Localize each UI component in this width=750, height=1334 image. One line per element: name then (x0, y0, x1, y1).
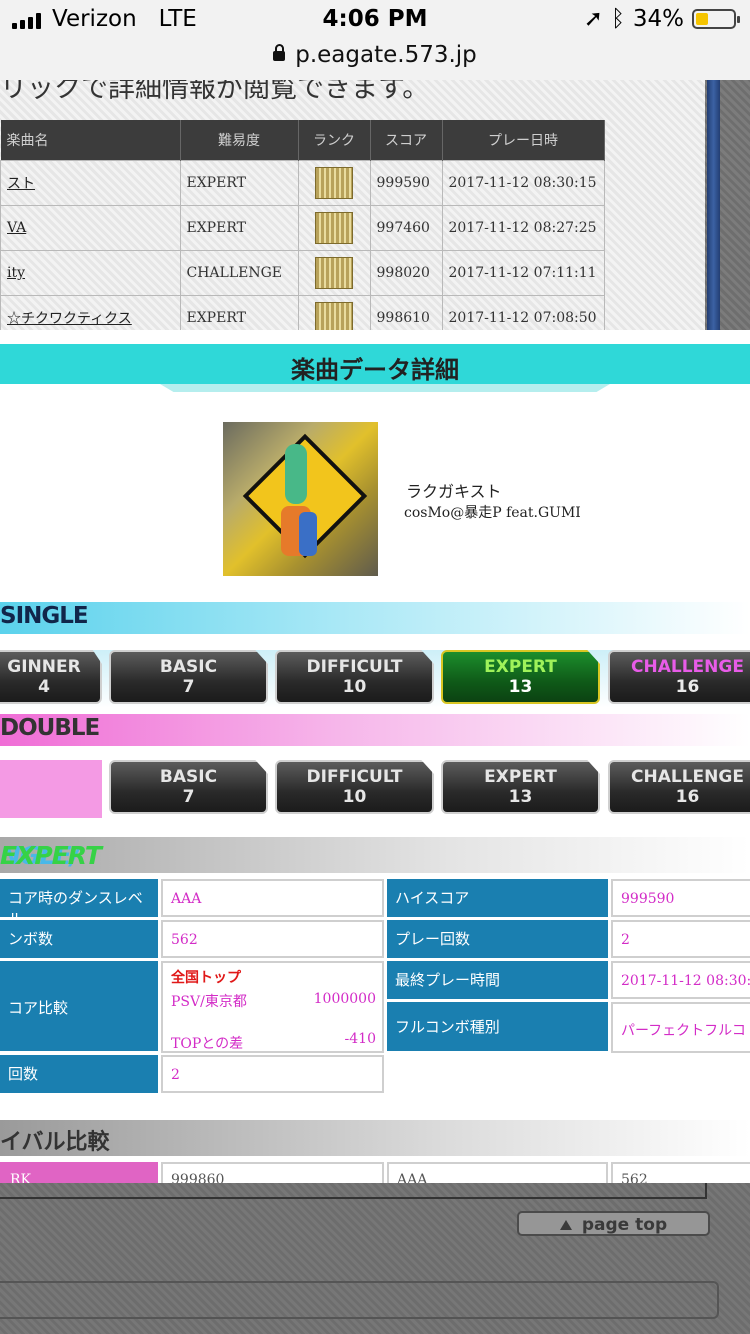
difficulty-cell: EXPERT (179, 295, 299, 330)
dance-level-value: AAA (161, 879, 384, 917)
single-label: SINGLE (0, 603, 89, 629)
location-arrow-icon: ➚ (583, 6, 604, 32)
song-title: ラクガキスト (406, 482, 502, 501)
last-play-value: 2017-11-12 08:30:24 (611, 961, 750, 999)
song-artist: cosMo@暴走P feat.GUMI (404, 505, 581, 521)
double-label: DOUBLE (0, 715, 100, 741)
header-underline (160, 384, 610, 392)
score-compare-value: 全国トップ PSV/東京都 1000000 TOPとの差 -410 (161, 961, 384, 1053)
score-cell: 997460 (369, 205, 443, 251)
song-link[interactable]: VA (7, 220, 26, 236)
status-right: ➚ ᛒ 34% (583, 6, 740, 32)
battery-percent: 34% (632, 6, 684, 32)
rank-cell (297, 295, 371, 330)
full-combo-label: フルコンボ種別 (387, 1002, 608, 1051)
song-link[interactable]: スト (7, 176, 35, 192)
table-row: ☆チクワクティクス EXPERT 998610 2017-11-12 07:08… (0, 295, 605, 330)
rank-aaa-icon (315, 302, 353, 330)
page-title: 楽曲データ詳細 (291, 356, 459, 384)
table-row: VA EXPERT 997460 2017-11-12 08:27:25 (0, 205, 605, 251)
combo-value: 562 (161, 920, 384, 958)
song-link[interactable]: ☆チクワクティクス (7, 311, 132, 327)
played-cell: 2017-11-12 07:11:11 (441, 250, 605, 296)
clear-count-value: 2 (161, 1055, 384, 1093)
rank-cell (297, 205, 371, 251)
double-difficulty-row: BASIC 7 DIFFICULT 10 EXPERT 13 CHALLENGE 16 (0, 760, 750, 818)
difficulty-cell: CHALLENGE (179, 250, 299, 296)
rank-aaa-icon (315, 167, 353, 199)
score-compare-label: コア比較 (0, 961, 158, 1051)
lock-icon (273, 44, 286, 61)
address-bar[interactable]: p.eagate.573.jp (0, 42, 750, 68)
rival-level-cell: AAA (387, 1162, 608, 1183)
url-text: p.eagate.573.jp (295, 42, 477, 68)
national-top-label: 全国トップ (171, 970, 241, 986)
footer-edge (0, 1183, 707, 1199)
double-challenge-button[interactable]: CHALLENGE 16 (608, 760, 750, 814)
dance-level-label: コア時のダンスレベル (0, 879, 158, 928)
single-difficult-button[interactable]: DIFFICULT 10 (275, 650, 434, 704)
page-edge-stripe (707, 80, 720, 330)
played-cell: 2017-11-12 08:30:15 (441, 160, 605, 206)
full-combo-value: パーフェクトフルコ (611, 1002, 750, 1053)
status-bar: Verizon LTE 4:06 PM ➚ ᛒ 34% p.eagate.573… (0, 0, 750, 81)
stats-heading: NGLE/EXPERT (0, 837, 750, 873)
col-score: スコア (370, 120, 443, 161)
single-header: SINGLE (0, 602, 750, 634)
rival-rank-cell: RK (0, 1162, 158, 1183)
played-cell: 2017-11-12 07:08:50 (441, 295, 605, 330)
single-basic-button[interactable]: BASIC 7 (109, 650, 268, 704)
song-link[interactable]: ity (7, 265, 25, 281)
col-rank: ランク (298, 120, 371, 161)
battery-icon (692, 9, 740, 29)
rank-aaa-icon (315, 212, 353, 244)
play-count-label: プレー回数 (387, 920, 608, 958)
rival-combo-cell: 562 (611, 1162, 750, 1183)
history-page: リックで詳細情報が閲覧できます。 楽曲名 難易度 ランク スコア プレー日時 ス… (0, 80, 750, 330)
top-diff-label: TOPとの差 (171, 1036, 244, 1052)
score-cell: 999590 (369, 160, 443, 206)
col-difficulty: 難易度 (180, 120, 299, 161)
double-difficult-button[interactable]: DIFFICULT 10 (275, 760, 434, 814)
song-jacket-image (223, 422, 378, 576)
history-note: リックで詳細情報が閲覧できます。 (0, 80, 430, 104)
bluetooth-icon: ᛒ (611, 6, 625, 32)
table-row: ity CHALLENGE 998020 2017-11-12 07:11:11 (0, 250, 605, 296)
single-beginner-button[interactable]: GINNER 4 (0, 650, 102, 704)
play-count-value: 2 (611, 920, 750, 958)
double-header: DOUBLE (0, 714, 750, 746)
combo-label: ンボ数 (0, 920, 158, 958)
rank-aaa-icon (315, 257, 353, 289)
difficulty-cell: EXPERT (179, 205, 299, 251)
song-detail-panel: 楽曲データ詳細 ラクガキスト cosMo@暴走P feat.GUMI SINGL… (0, 330, 750, 1183)
top-score: 1000000 (313, 991, 376, 1007)
footer-box (0, 1281, 719, 1319)
single-challenge-button[interactable]: CHALLENGE 16 (608, 650, 750, 704)
history-table: 楽曲名 難易度 ランク スコア プレー日時 スト EXPERT 999590 2… (0, 120, 605, 330)
top-diff-value: -410 (344, 1031, 376, 1047)
double-expert-button[interactable]: EXPERT 13 (441, 760, 600, 814)
rank-cell (297, 250, 371, 296)
high-score-label: ハイスコア (387, 879, 608, 917)
page-top-button[interactable]: page top (517, 1211, 710, 1236)
rival-score-cell: 999860 (161, 1162, 384, 1183)
played-cell: 2017-11-12 08:27:25 (441, 205, 605, 251)
single-difficulty-row: GINNER 4 BASIC 7 DIFFICULT 10 EXPERT 13 CHAL… (0, 650, 750, 708)
table-row: スト EXPERT 999590 2017-11-12 08:30:15 (0, 160, 605, 206)
page-footer: page top (0, 1183, 750, 1334)
col-played: プレー日時 (442, 120, 605, 161)
single-expert-button[interactable]: EXPERT 13 (441, 650, 600, 704)
score-cell: 998610 (369, 295, 443, 330)
up-arrow-icon (559, 1220, 572, 1230)
score-cell: 998020 (369, 250, 443, 296)
rank-cell (297, 160, 371, 206)
last-play-label: 最終プレー時間 (387, 961, 608, 999)
top-location: PSV/東京都 (171, 994, 247, 1010)
col-song: 楽曲名 (0, 120, 181, 161)
rival-heading: イバル比較 (0, 1120, 750, 1156)
clear-count-label: 回数 (0, 1055, 158, 1093)
high-score-value: 999590 (611, 879, 750, 917)
difficulty-cell: EXPERT (179, 160, 299, 206)
double-basic-button[interactable]: BASIC 7 (109, 760, 268, 814)
